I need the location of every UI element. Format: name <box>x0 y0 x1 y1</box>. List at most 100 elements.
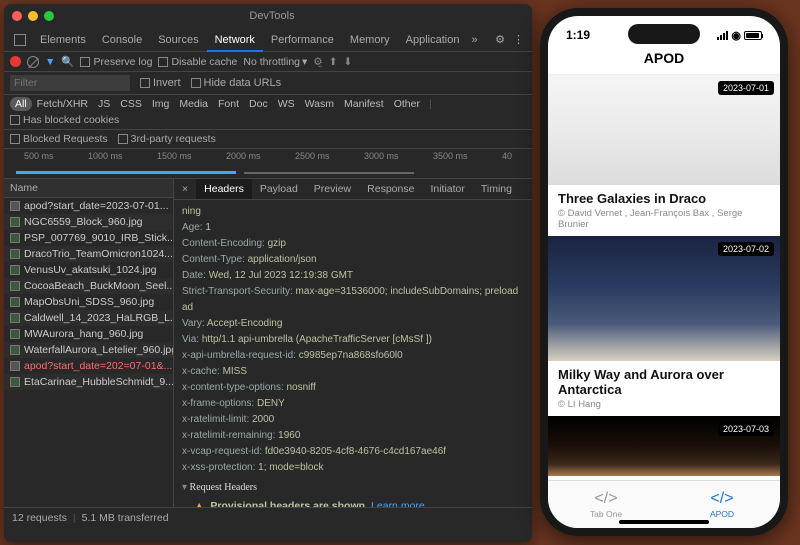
header-line: x-cache: MISS <box>182 364 524 380</box>
clear-button[interactable] <box>27 56 39 68</box>
header-line: Date: Wed, 12 Jul 2023 12:19:38 GMT <box>182 268 524 284</box>
detail-tab-headers[interactable]: Headers <box>196 179 252 199</box>
header-line: Strict-Transport-Security: max-age=31536… <box>182 284 524 300</box>
main-tabs: ElementsConsoleSourcesNetworkPerformance… <box>4 28 532 52</box>
request-row[interactable]: CocoaBeach_BuckMoon_Seel... <box>4 278 173 294</box>
name-column-header[interactable]: Name <box>4 179 173 198</box>
apod-card[interactable]: 2023-07-01Three Galaxies in Draco© David… <box>548 75 780 236</box>
request-row[interactable]: PSP_007769_9010_IRB_Stick... <box>4 230 173 246</box>
tab-elements[interactable]: Elements <box>32 30 94 50</box>
devtools-window: DevTools ElementsConsoleSourcesNetworkPe… <box>4 4 532 542</box>
more-tabs-chevron[interactable]: » <box>471 34 477 46</box>
header-line: ning <box>182 204 524 220</box>
type-filter-ws[interactable]: WS <box>273 97 300 111</box>
disable-cache-checkbox[interactable]: Disable cache <box>158 56 237 68</box>
more-menu-icon[interactable]: ⋮ <box>509 33 528 46</box>
network-conditions-icon[interactable]: ⚙̤ <box>313 56 322 68</box>
date-badge: 2023-07-03 <box>718 422 774 436</box>
card-title: Three Galaxies in Draco <box>548 185 780 208</box>
request-row[interactable]: Caldwell_14_2023_HaLRGB_L... <box>4 310 173 326</box>
type-filter-manifest[interactable]: Manifest <box>339 97 389 111</box>
image-file-icon <box>10 297 20 307</box>
detail-tab-preview[interactable]: Preview <box>306 179 359 199</box>
search-icon[interactable]: 🔍 <box>61 55 74 68</box>
headers-panel[interactable]: ningAge: 1Content-Encoding: gzipContent-… <box>174 200 532 507</box>
detail-tab-initiator[interactable]: Initiator <box>422 179 472 199</box>
tab-sources[interactable]: Sources <box>150 30 206 50</box>
type-filter-doc[interactable]: Doc <box>244 97 273 111</box>
image-file-icon <box>10 249 20 259</box>
header-line: ad <box>182 300 524 316</box>
timeline-overview[interactable]: 500 ms1000 ms1500 ms2000 ms2500 ms3000 m… <box>4 149 532 179</box>
preserve-log-checkbox[interactable]: Preserve log <box>80 56 152 68</box>
clock: 1:19 <box>566 28 590 42</box>
type-filter-media[interactable]: Media <box>174 97 213 111</box>
type-filter-all[interactable]: All <box>10 97 32 111</box>
filter-toggle-icon[interactable]: ▼ <box>45 56 55 68</box>
scroll-content[interactable]: 2023-07-01Three Galaxies in Draco© David… <box>548 75 780 487</box>
apod-card[interactable]: 2023-07-02 Milky Way and Aurora over Anta… <box>548 236 780 416</box>
request-row[interactable]: VenusUv_akatsuki_1024.jpg <box>4 262 173 278</box>
card-author: © LI Hang <box>548 399 780 416</box>
throttling-select[interactable]: No throttling▾ <box>243 56 307 68</box>
blocked-row: Blocked Requests 3rd-party requests <box>4 130 532 149</box>
request-row[interactable]: WaterfallAurora_Letelier_960.jpg <box>4 342 173 358</box>
type-filter-wasm[interactable]: Wasm <box>300 97 339 111</box>
type-filter-font[interactable]: Font <box>213 97 244 111</box>
phone-simulator: 1:19 ◉ APOD 2023-07-01Three Galaxies in … <box>540 8 788 536</box>
detail-tab-response[interactable]: Response <box>359 179 422 199</box>
request-row[interactable]: DracoTrio_TeamOmicron1024... <box>4 246 173 262</box>
type-filter-fetch-xhr[interactable]: Fetch/XHR <box>32 97 93 111</box>
tab-console[interactable]: Console <box>94 30 150 50</box>
request-row[interactable]: apod?start_date=2023-07-01... <box>4 198 173 214</box>
learn-more-link[interactable]: Learn more <box>371 498 425 507</box>
code-icon: </> <box>710 490 733 508</box>
type-filter-js[interactable]: JS <box>93 97 115 111</box>
blocked-requests-checkbox[interactable]: Blocked Requests <box>10 133 108 145</box>
invert-checkbox[interactable]: Invert <box>140 77 181 89</box>
document-file-icon <box>10 361 20 371</box>
card-title: Milky Way and Aurora over Antarctica <box>548 361 780 399</box>
record-button[interactable] <box>10 56 21 67</box>
type-filter-img[interactable]: Img <box>147 97 175 111</box>
settings-gear-icon[interactable]: ⚙ <box>491 33 509 46</box>
apod-card[interactable]: 2023-07-03 <box>548 416 780 476</box>
date-badge: 2023-07-02 <box>718 242 774 256</box>
card-image: 2023-07-03 <box>548 416 780 476</box>
detail-tabs: × HeadersPayloadPreviewResponseInitiator… <box>174 179 532 200</box>
close-detail-button[interactable]: × <box>174 179 196 199</box>
tab-memory[interactable]: Memory <box>342 30 398 50</box>
request-row[interactable]: apod?start_date=202=07-01&... <box>4 358 173 374</box>
hide-data-urls-checkbox[interactable]: Hide data URLs <box>191 77 282 89</box>
detail-tab-payload[interactable]: Payload <box>252 179 306 199</box>
image-file-icon <box>10 313 20 323</box>
request-row[interactable]: MWAurora_hang_960.jpg <box>4 326 173 342</box>
nav-title: APOD <box>548 44 780 75</box>
code-icon: </> <box>594 490 617 508</box>
header-line: x-frame-options: DENY <box>182 396 524 412</box>
tab-application[interactable]: Application <box>398 30 468 50</box>
detail-tab-timing[interactable]: Timing <box>473 179 520 199</box>
home-indicator[interactable] <box>619 520 709 524</box>
filter-input[interactable] <box>10 75 130 91</box>
dynamic-island <box>628 24 700 44</box>
type-filter-other[interactable]: Other <box>389 97 425 111</box>
type-filter-css[interactable]: CSS <box>115 97 147 111</box>
request-row[interactable]: MapObsUni_SDSS_960.jpg <box>4 294 173 310</box>
third-party-checkbox[interactable]: 3rd-party requests <box>118 133 216 145</box>
header-line: x-content-type-options: nosniff <box>182 380 524 396</box>
request-row[interactable]: EtaCarinae_HubbleSchmidt_9... <box>4 374 173 390</box>
request-count: 12 requests <box>12 512 67 524</box>
request-headers-section[interactable]: Request Headers <box>182 480 524 496</box>
request-row[interactable]: NGC6559_Block_960.jpg <box>4 214 173 230</box>
upload-icon[interactable]: ⬆ <box>329 56 338 68</box>
has-blocked-cookies-checkbox[interactable]: Has blocked cookies <box>10 114 119 126</box>
tab-network[interactable]: Network <box>207 30 263 52</box>
tab-performance[interactable]: Performance <box>263 30 342 50</box>
inspect-icon[interactable] <box>14 34 26 46</box>
download-icon[interactable]: ⬇ <box>344 56 353 68</box>
header-line: x-xss-protection: 1; mode=block <box>182 460 524 476</box>
header-line: Vary: Accept-Encoding <box>182 316 524 332</box>
image-file-icon <box>10 377 20 387</box>
window-title: DevTools <box>20 10 524 22</box>
